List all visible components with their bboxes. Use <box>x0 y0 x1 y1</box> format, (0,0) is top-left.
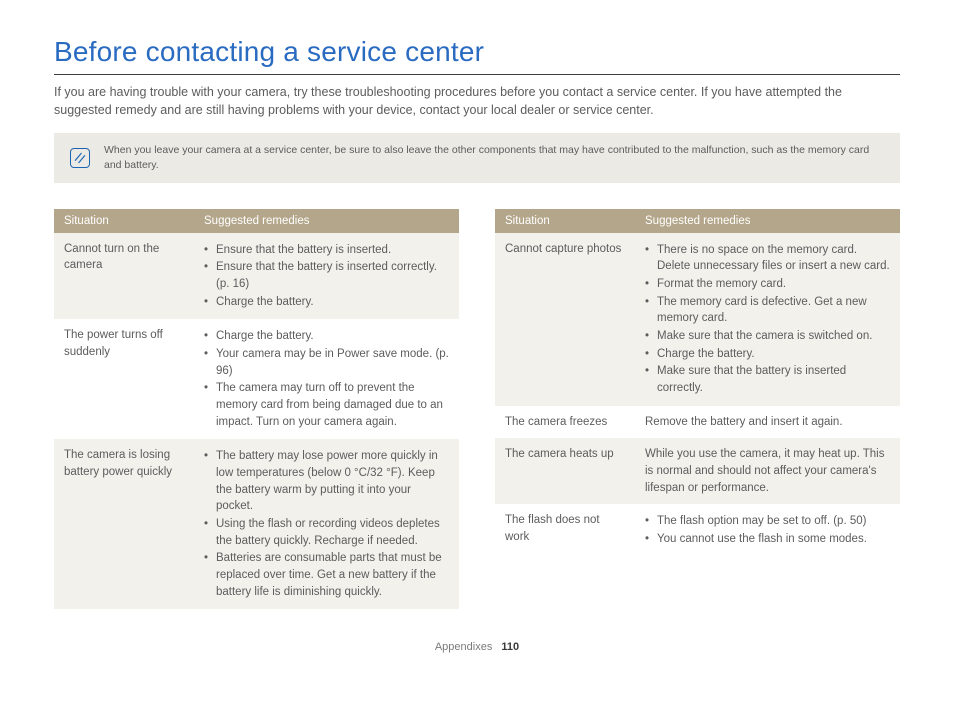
remedy-item: Make sure that the battery is inserted c… <box>645 363 890 396</box>
remedy-item: Format the memory card. <box>645 276 890 293</box>
remedies-cell: Charge the battery.Your camera may be in… <box>194 319 459 439</box>
remedy-item: The flash option may be set to off. (p. … <box>645 513 890 530</box>
remedy-item: Charge the battery. <box>204 328 449 345</box>
intro-text: If you are having trouble with your came… <box>54 83 900 119</box>
troubleshoot-table-right: Situation Suggested remedies Cannot capt… <box>495 209 900 557</box>
situation-cell: The camera is losing battery power quick… <box>54 439 194 609</box>
remedies-list: There is no space on the memory card. De… <box>645 242 890 397</box>
remedies-cell: There is no space on the memory card. De… <box>635 233 900 406</box>
troubleshoot-table-left: Situation Suggested remedies Cannot turn… <box>54 209 459 610</box>
remedies-list: Ensure that the battery is inserted.Ensu… <box>204 242 449 311</box>
table-row: The flash does not work The flash option … <box>495 504 900 556</box>
table-row: The camera heats upWhile you use the cam… <box>495 438 900 504</box>
col-header-remedies: Suggested remedies <box>635 209 900 233</box>
col-header-remedies: Suggested remedies <box>194 209 459 233</box>
left-column: Situation Suggested remedies Cannot turn… <box>54 209 459 610</box>
table-row: Cannot turn on the cameraEnsure that the… <box>54 233 459 320</box>
remedy-item: Charge the battery. <box>645 346 890 363</box>
remedies-cell: The battery may lose power more quickly … <box>194 439 459 609</box>
note-text: When you leave your camera at a service … <box>104 143 884 172</box>
footer-page-number: 110 <box>501 641 519 653</box>
remedies-cell: While you use the camera, it may heat up… <box>635 438 900 504</box>
col-header-situation: Situation <box>54 209 194 233</box>
remedies-list: Charge the battery.Your camera may be in… <box>204 328 449 430</box>
remedy-item: The camera may turn off to prevent the m… <box>204 380 449 430</box>
remedy-item: The battery may lose power more quickly … <box>204 448 449 515</box>
situation-cell: The camera freezes <box>495 406 635 439</box>
page-footer: Appendixes 110 <box>54 641 900 653</box>
remedy-item: You cannot use the flash in some modes. <box>645 531 890 548</box>
situation-cell: Cannot capture photos <box>495 233 635 406</box>
remedy-item: Batteries are consumable parts that must… <box>204 550 449 600</box>
table-row: The camera is losing battery power quick… <box>54 439 459 609</box>
page-title: Before contacting a service center <box>54 36 900 75</box>
note-box: When you leave your camera at a service … <box>54 133 900 182</box>
situation-cell: The flash does not work <box>495 504 635 556</box>
situation-cell: Cannot turn on the camera <box>54 233 194 320</box>
remedy-item: Your camera may be in Power save mode. (… <box>204 346 449 379</box>
remedies-list: The flash option may be set to off. (p. … <box>645 513 890 547</box>
note-icon <box>70 148 90 168</box>
remedy-item: Using the flash or recording videos depl… <box>204 516 449 549</box>
remedy-item: There is no space on the memory card. De… <box>645 242 890 275</box>
right-column: Situation Suggested remedies Cannot capt… <box>495 209 900 610</box>
table-row: Cannot capture photos There is no space o… <box>495 233 900 406</box>
remedy-item: Ensure that the battery is inserted corr… <box>204 259 449 292</box>
situation-cell: The power turns off suddenly <box>54 319 194 439</box>
remedy-item: The memory card is defective. Get a new … <box>645 294 890 327</box>
col-header-situation: Situation <box>495 209 635 233</box>
remedy-item: Charge the battery. <box>204 294 449 311</box>
table-row: The power turns off suddenlyCharge the b… <box>54 319 459 439</box>
table-row: The camera freezesRemove the battery and… <box>495 406 900 439</box>
situation-cell: The camera heats up <box>495 438 635 504</box>
footer-section: Appendixes <box>435 641 493 653</box>
remedies-cell: Remove the battery and insert it again. <box>635 406 900 439</box>
remedies-cell: Ensure that the battery is inserted.Ensu… <box>194 233 459 320</box>
remedies-cell: The flash option may be set to off. (p. … <box>635 504 900 556</box>
remedy-item: Make sure that the camera is switched on… <box>645 328 890 345</box>
remedies-list: The battery may lose power more quickly … <box>204 448 449 600</box>
remedy-item: Ensure that the battery is inserted. <box>204 242 449 259</box>
